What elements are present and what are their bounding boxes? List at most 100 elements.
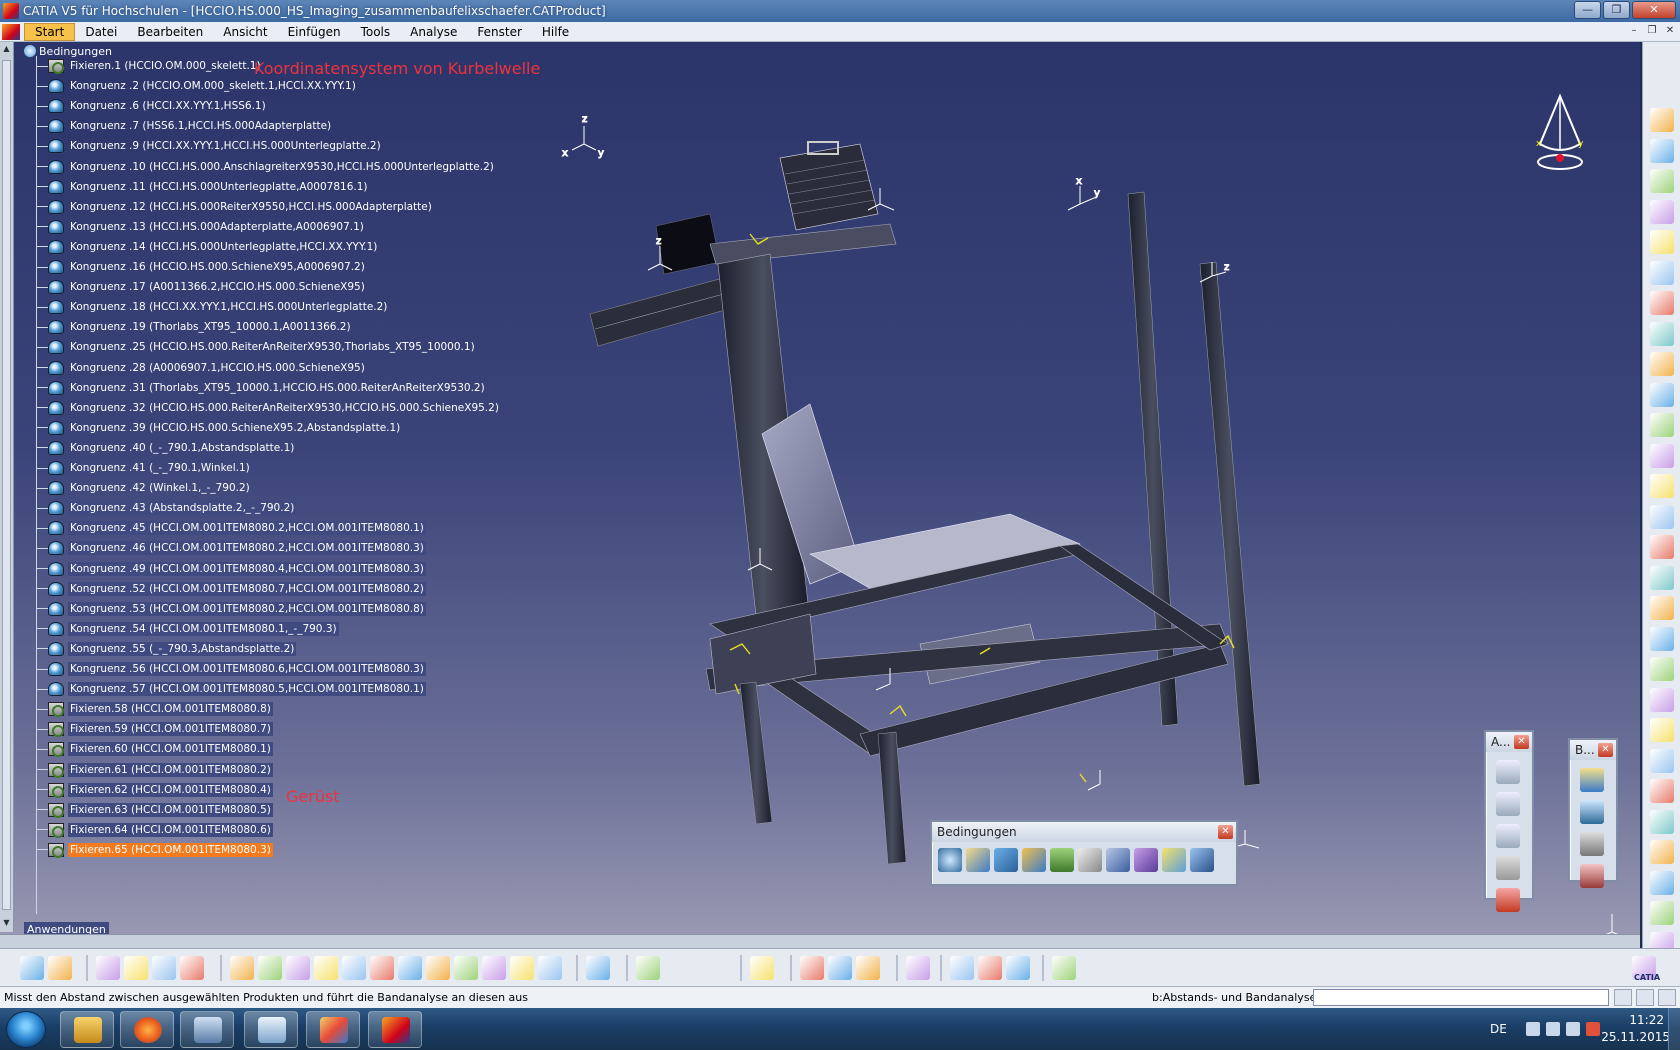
tree-item[interactable]: Fixieren.65 (HCCI.OM.001ITEM8080.3) — [36, 840, 273, 860]
a-toolbar-header[interactable]: A... ✕ — [1486, 732, 1532, 752]
windows-start-button[interactable] — [6, 1011, 46, 1048]
fit-all-icon[interactable] — [1650, 138, 1674, 163]
constraint-analysis-icon[interactable] — [1650, 596, 1674, 620]
distance-analysis-icon[interactable] — [1650, 565, 1674, 590]
tree-item[interactable]: Kongruenz .46 (HCCI.OM.001ITEM8080.2,HCC… — [36, 538, 426, 558]
annotation-icon[interactable] — [1650, 840, 1674, 864]
tree-item[interactable]: Kongruenz .56 (HCCI.OM.001ITEM8080.6,HCC… — [36, 659, 426, 679]
b-toolbar-close-icon[interactable]: ✕ — [1598, 743, 1613, 757]
tree-item[interactable]: Kongruenz .25 (HCCIO.HS.000.ReiterAnReit… — [36, 337, 477, 357]
tree-item[interactable]: Kongruenz .57 (HCCI.OM.001ITEM8080.5,HCC… — [36, 679, 426, 699]
explode-icon[interactable] — [1650, 382, 1674, 407]
coincidence-constraint-icon[interactable] — [938, 848, 962, 872]
select-arrow-icon[interactable] — [1650, 108, 1674, 132]
catia-menu-logo-icon[interactable] — [2, 23, 20, 40]
tree-item[interactable]: Kongruenz .28 (A0006907.1,HCCIO.HS.000.S… — [36, 358, 367, 378]
command-input[interactable] — [1313, 989, 1609, 1006]
doc-restore-button[interactable]: ❐ — [1644, 24, 1660, 39]
tree-item[interactable]: Kongruenz .40 (_-_790.1,Abstandsplatte.1… — [36, 438, 296, 458]
zoom-out-icon[interactable] — [370, 956, 394, 980]
tree-item[interactable]: Fixieren.58 (HCCI.OM.001ITEM8080.8) — [36, 699, 273, 719]
grid-icon[interactable] — [1052, 956, 1076, 980]
tree-item[interactable]: Kongruenz .14 (HCCI.HS.000Unterlegplatte… — [36, 237, 379, 257]
weld-icon[interactable] — [1650, 870, 1674, 895]
status-button-3[interactable] — [1658, 989, 1676, 1006]
lock-icon[interactable] — [152, 956, 176, 980]
taskbar-catia-button[interactable] — [368, 1011, 422, 1048]
tree-item[interactable]: Kongruenz .45 (HCCI.OM.001ITEM8080.2,HCC… — [36, 518, 426, 538]
show-desktop-button[interactable] — [1668, 1008, 1680, 1050]
move-component-icon[interactable] — [1650, 413, 1674, 437]
b-toolbar-header[interactable]: B... ✕ — [1570, 740, 1616, 760]
smart-move-icon[interactable] — [1650, 474, 1674, 498]
flexible-subassembly-icon[interactable] — [1134, 848, 1158, 872]
tree-item[interactable]: Kongruenz .19 (Thorlabs_XT95_10000.1,A00… — [36, 317, 353, 337]
tree-item[interactable]: Kongruenz .6 (HCCI.XX.YYY.1,HSS6.1) — [36, 96, 268, 116]
clock-time[interactable]: 11:22 — [1629, 1013, 1664, 1027]
navigation-compass-icon[interactable]: x y — [1528, 90, 1592, 174]
language-indicator[interactable]: DE — [1490, 1022, 1507, 1036]
measure-between-icon[interactable] — [800, 956, 824, 980]
tree-item[interactable]: Kongruenz .18 (HCCI.XX.YYY.1,HCCI.HS.000… — [36, 297, 389, 317]
status-button-2[interactable] — [1636, 989, 1654, 1006]
doc-close-button[interactable]: ✕ — [1662, 24, 1678, 39]
taskbar-notepad-button[interactable] — [244, 1011, 298, 1048]
flag-icon[interactable] — [1546, 1022, 1560, 1036]
a-toolbar-close-icon[interactable]: ✕ — [1514, 735, 1529, 749]
menu-analyse[interactable]: Analyse — [400, 22, 467, 42]
tree-item[interactable]: Kongruenz .9 (HCCI.XX.YYY.1,HCCI.HS.000U… — [36, 136, 383, 156]
new-component-icon[interactable] — [1580, 800, 1604, 824]
volume-muted-icon[interactable] — [1586, 1022, 1600, 1036]
publish-icon[interactable] — [1650, 687, 1674, 712]
new-product-icon[interactable] — [1580, 832, 1604, 856]
graph-tree-icon[interactable] — [1650, 291, 1674, 315]
sectioning-icon[interactable] — [1650, 535, 1674, 559]
taskbar-explorer-button[interactable] — [60, 1011, 114, 1048]
tree-item[interactable]: Kongruenz .13 (HCCI.HS.000Adapterplatte,… — [36, 217, 366, 237]
tree-item[interactable]: Kongruenz .49 (HCCI.OM.001ITEM8080.4,HCC… — [36, 559, 426, 579]
tree-item[interactable]: Fixieren.1 (HCCIO.OM.000_skelett.1) — [36, 56, 263, 76]
tree-item[interactable]: Fixieren.59 (HCCI.OM.001ITEM8080.7) — [36, 719, 273, 739]
bedingungen-toolbar-header[interactable]: Bedingungen ✕ — [932, 822, 1236, 842]
catia-app-icon[interactable] — [3, 3, 19, 19]
inertia-icon[interactable] — [856, 956, 880, 980]
table-icon[interactable] — [96, 956, 120, 980]
doc-minimize-button[interactable]: – — [1626, 24, 1642, 39]
text-with-leader-icon[interactable] — [1496, 760, 1520, 784]
fit-all-in-icon[interactable] — [258, 956, 282, 980]
clash-detect-icon[interactable] — [950, 956, 974, 980]
tree-item[interactable]: Kongruenz .32 (HCCIO.HS.000.ReiterAnReit… — [36, 398, 501, 418]
tray-arrow-icon[interactable] — [1526, 1022, 1540, 1036]
maximize-button[interactable]: ❐ — [1603, 1, 1630, 19]
normal-view-icon[interactable] — [398, 956, 422, 980]
shading-icon[interactable] — [482, 956, 506, 980]
tree-item[interactable]: Kongruenz .42 (Winkel.1,_-_790.2) — [36, 478, 252, 498]
3d-viewport[interactable]: ▲ ▼ Bedingungen Fixieren.1 (HCCIO.OM.000… — [0, 42, 1640, 948]
scrollbar-thumb[interactable] — [2, 60, 11, 910]
clash-icon[interactable] — [1650, 504, 1674, 529]
zoom-in-icon[interactable] — [342, 956, 366, 980]
abc-annotation-icon[interactable] — [1496, 792, 1520, 816]
tree-item[interactable]: Kongruenz .17 (A0011366.2,HCCIO.HS.000.S… — [36, 277, 367, 297]
annotation-plane-icon[interactable] — [1496, 888, 1520, 912]
measure-icon[interactable] — [1650, 809, 1674, 834]
scroll-up-arrow-icon[interactable]: ▲ — [1, 44, 12, 56]
scenes-icon[interactable] — [1650, 718, 1674, 742]
tree-item[interactable]: Fixieren.61 (HCCI.OM.001ITEM8080.2) — [36, 760, 273, 780]
tree-item[interactable]: Kongruenz .11 (HCCI.HS.000Unterlegplatte… — [36, 177, 370, 197]
pan-icon[interactable] — [286, 956, 310, 980]
tree-item[interactable]: Fixieren.62 (HCCI.OM.001ITEM8080.4) — [36, 780, 273, 800]
knowledge-advisor-icon[interactable] — [48, 956, 72, 980]
close-button[interactable]: ✕ — [1632, 1, 1676, 19]
reset-icon[interactable] — [750, 956, 774, 980]
flag-note-icon[interactable] — [1496, 824, 1520, 848]
design-table-icon[interactable] — [180, 956, 204, 980]
menu-tools[interactable]: Tools — [351, 22, 401, 42]
tree-item[interactable]: Kongruenz .31 (Thorlabs_XT95_10000.1,HCC… — [36, 378, 487, 398]
tree-item[interactable]: Kongruenz .2 (HCCIO.OM.000_skelett.1,HCC… — [36, 76, 358, 96]
quick-constraint-icon[interactable] — [1106, 848, 1130, 872]
table-icon[interactable] — [1650, 901, 1674, 925]
bedingungen-toolbar-close-icon[interactable]: ✕ — [1218, 825, 1233, 839]
taskbar-firefox-button[interactable] — [120, 1011, 174, 1048]
catalog-icon[interactable] — [1650, 657, 1674, 681]
